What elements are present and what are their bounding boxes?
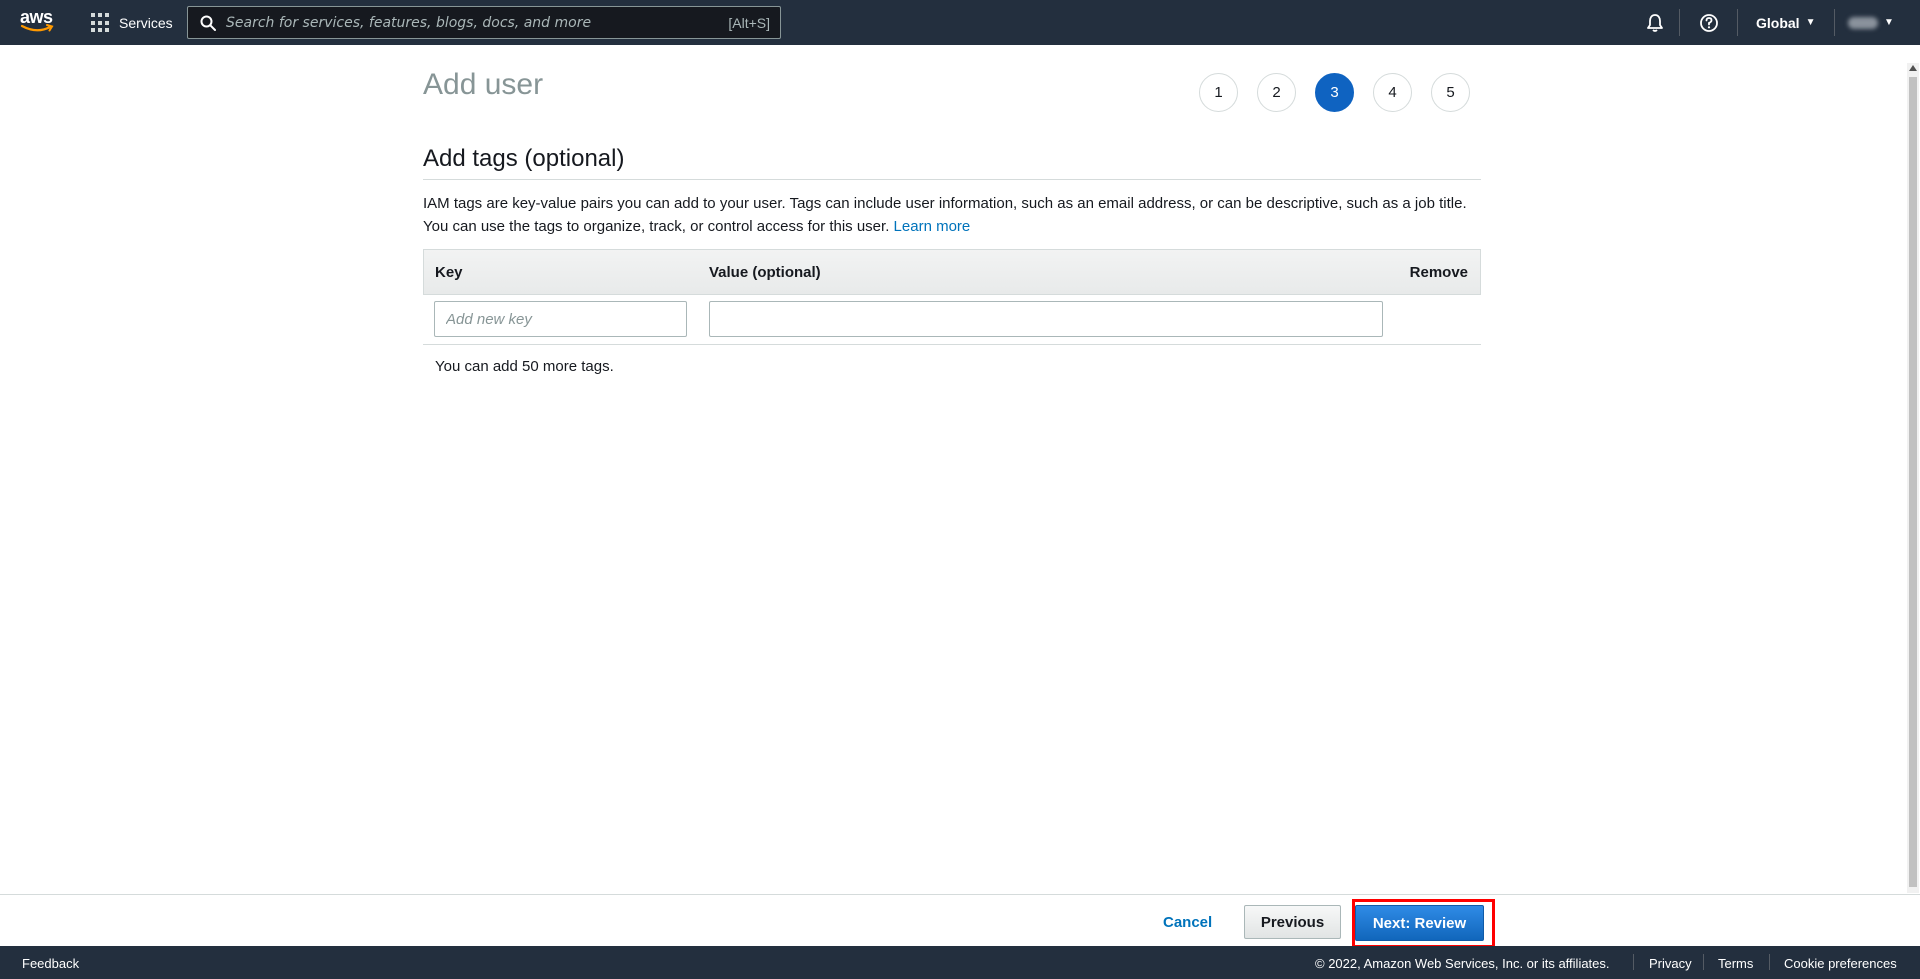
page-title: Add user [423, 68, 544, 101]
caret-down-icon: ▼ [1884, 17, 1894, 28]
search-box[interactable]: [Alt+S] [187, 6, 781, 39]
page-footer: Feedback © 2022, Amazon Web Services, In… [0, 946, 1920, 979]
nav-divider [1737, 9, 1738, 36]
nav-divider [1679, 9, 1680, 36]
section-divider [423, 179, 1481, 180]
wizard-steps: 1 2 3 4 5 [1199, 73, 1489, 112]
footer-divider [1769, 954, 1770, 970]
account-name-redacted [1848, 16, 1878, 29]
feedback-link[interactable]: Feedback [22, 956, 79, 971]
remaining-tags-text: You can add 50 more tags. [435, 358, 614, 375]
previous-button[interactable]: Previous [1244, 905, 1341, 939]
cookie-preferences-link[interactable]: Cookie preferences [1784, 956, 1897, 971]
page-scrollbar[interactable] [1907, 63, 1919, 893]
search-icon [200, 15, 216, 31]
search-shortcut-hint: [Alt+S] [728, 14, 770, 31]
next-review-button[interactable]: Next: Review [1355, 905, 1484, 941]
section-title: Add tags (optional) [423, 145, 625, 172]
tags-table: Key Value (optional) Remove [423, 249, 1481, 345]
grid-icon [91, 13, 111, 33]
services-label: Services [119, 15, 173, 31]
wizard-step-2[interactable]: 2 [1257, 73, 1296, 112]
footer-divider [1633, 954, 1634, 970]
tag-value-input[interactable] [709, 301, 1383, 337]
caret-down-icon: ▼ [1805, 17, 1816, 28]
privacy-link[interactable]: Privacy [1649, 956, 1692, 971]
wizard-step-4: 4 [1373, 73, 1412, 112]
column-header-key: Key [435, 263, 463, 281]
services-menu-button[interactable]: Services [91, 12, 173, 34]
column-header-value: Value (optional) [709, 263, 821, 281]
table-row [423, 295, 1481, 345]
section-description: IAM tags are key-value pairs you can add… [423, 192, 1481, 238]
account-menu[interactable]: ▼ [1848, 0, 1894, 45]
search-input[interactable] [226, 14, 729, 31]
cancel-button[interactable]: Cancel [1153, 907, 1222, 937]
copyright-text: © 2022, Amazon Web Services, Inc. or its… [1315, 956, 1610, 971]
tag-key-input[interactable] [434, 301, 687, 337]
help-button[interactable] [1694, 0, 1724, 45]
column-header-remove: Remove [1409, 263, 1468, 281]
notifications-button[interactable] [1640, 0, 1670, 45]
bell-icon [1647, 13, 1663, 32]
wizard-step-3-active: 3 [1315, 73, 1354, 112]
nav-divider [1834, 9, 1835, 36]
learn-more-link[interactable]: Learn more [894, 218, 971, 235]
scrollbar-thumb[interactable] [1909, 77, 1917, 887]
wizard-step-1[interactable]: 1 [1199, 73, 1238, 112]
scroll-up-arrow-icon[interactable] [1909, 65, 1917, 71]
top-navigation: aws Services [Alt+S] [0, 0, 1920, 45]
wizard-action-bar: Cancel Previous Next: Review [0, 894, 1920, 948]
region-label: Global [1756, 14, 1800, 31]
region-selector[interactable]: Global ▼ [1756, 0, 1815, 45]
wizard-step-5: 5 [1431, 73, 1470, 112]
aws-logo-text: aws [20, 7, 53, 27]
tags-table-header: Key Value (optional) Remove [423, 249, 1481, 295]
footer-divider [1703, 954, 1704, 970]
aws-smile-icon [20, 24, 54, 32]
aws-logo[interactable]: aws [20, 7, 56, 35]
terms-link[interactable]: Terms [1718, 956, 1753, 971]
help-icon [1700, 13, 1718, 32]
main-content [0, 45, 1920, 895]
